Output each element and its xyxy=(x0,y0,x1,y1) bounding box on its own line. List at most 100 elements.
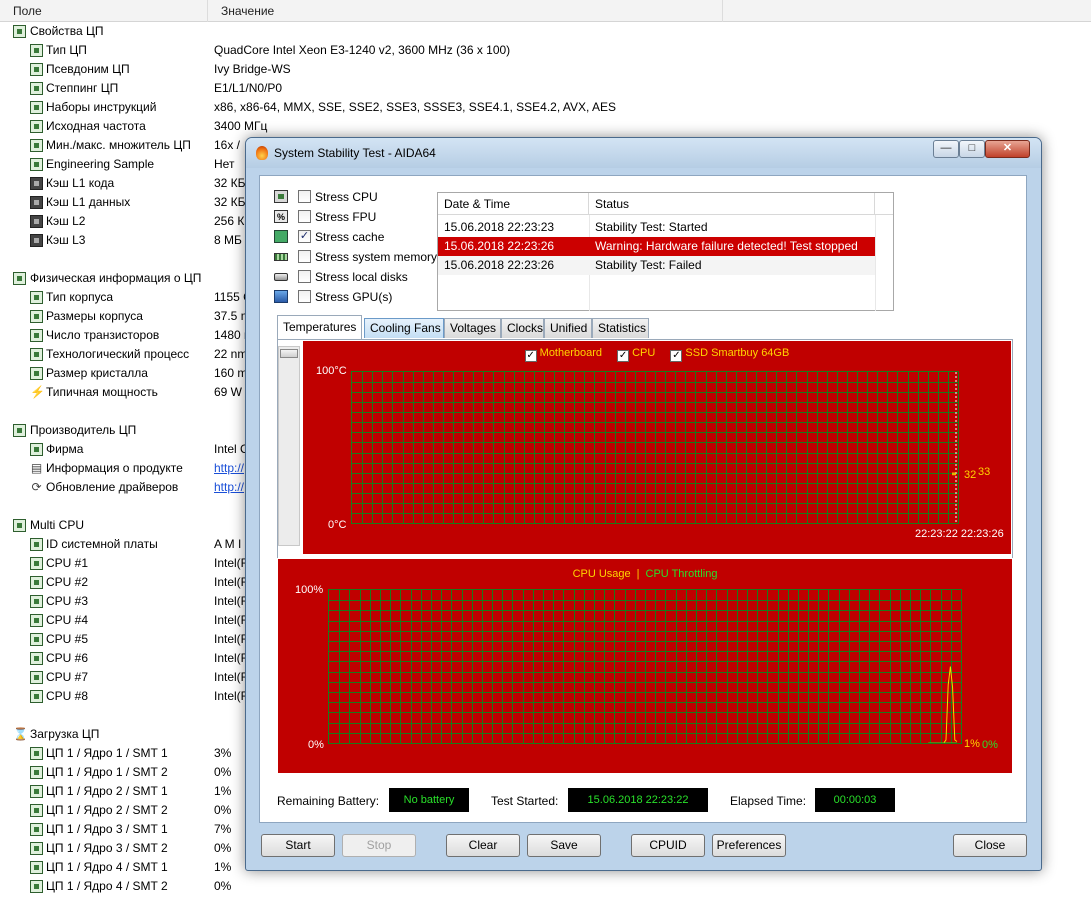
slider-thumb[interactable] xyxy=(280,349,298,358)
log-header-status[interactable]: Status xyxy=(589,193,875,215)
log-row[interactable]: 15.06.2018 22:23:26 Stability Test: Faile… xyxy=(438,256,875,275)
stability-test-window: System Stability Test - AIDA64 — □ ✕ Str… xyxy=(245,137,1042,871)
tab-temperatures[interactable]: Temperatures xyxy=(277,315,362,339)
elapsed-time-label: Elapsed Time: xyxy=(730,794,807,808)
cpu-chip-icon xyxy=(30,120,43,133)
cpu-chip-icon xyxy=(30,348,43,361)
list-label: Фирма xyxy=(46,442,84,456)
list-label: Свойства ЦП xyxy=(30,24,104,38)
stress-checkbox[interactable] xyxy=(298,290,311,303)
cache-icon xyxy=(30,177,43,190)
window-close-button[interactable]: ✕ xyxy=(985,140,1030,158)
cpu-chip-icon xyxy=(30,44,43,57)
list-item[interactable]: Наборы инструкций x86, x86-64, MMX, SSE, … xyxy=(0,98,1091,117)
temp-value-label-mb: 32 xyxy=(964,469,977,481)
cpuid-button[interactable]: CPUID xyxy=(631,834,705,857)
event-log[interactable]: Date & Time Status 15.06.2018 22:23:23 St… xyxy=(437,192,894,311)
tab-voltages[interactable]: Voltages xyxy=(444,318,501,338)
cpu-chip-icon xyxy=(13,25,26,38)
cpu-chip-icon xyxy=(30,101,43,114)
minimize-button[interactable]: — xyxy=(933,140,959,158)
stress-checkbox[interactable] xyxy=(298,190,311,203)
legend-checkbox[interactable]: ✓ xyxy=(617,350,630,362)
tab-cooling-fans[interactable]: Cooling Fans xyxy=(364,318,444,338)
cache-icon xyxy=(30,234,43,247)
usage-y-max-label: 100% xyxy=(295,584,324,596)
list-label: Наборы инструкций xyxy=(46,100,157,114)
cpu-chip-icon xyxy=(30,367,43,380)
list-value-link[interactable]: http:// xyxy=(214,459,244,478)
tab-clocks[interactable]: Clocks xyxy=(501,318,544,338)
stress-checkbox[interactable] xyxy=(298,250,311,263)
tab-unified[interactable]: Unified xyxy=(544,318,592,338)
list-label: ЦП 1 / Ядро 1 / SMT 2 xyxy=(46,765,168,779)
cpu-chip-icon xyxy=(30,82,43,95)
start-button[interactable]: Start xyxy=(261,834,335,857)
temp-y-max-label: 100°C xyxy=(316,365,347,377)
stress-label: Stress cache xyxy=(315,230,385,244)
clear-button[interactable]: Clear xyxy=(446,834,520,857)
list-value: 160 m xyxy=(214,366,248,380)
save-button[interactable]: Save xyxy=(527,834,601,857)
legend-item-ssd[interactable]: ✓ SSD Smartbuy 64GB xyxy=(670,347,789,362)
legend-item-motherboard[interactable]: ✓ Motherboard xyxy=(524,347,602,362)
list-label: Загрузка ЦП xyxy=(30,727,100,741)
legend-checkbox[interactable]: ✓ xyxy=(524,350,537,362)
log-header-date[interactable]: Date & Time xyxy=(438,193,589,215)
maximize-button[interactable]: □ xyxy=(959,140,985,158)
list-value: 0% xyxy=(214,879,232,893)
list-label: Обновление драйверов xyxy=(46,480,179,494)
chart-scroll-slider[interactable] xyxy=(278,346,300,546)
column-header-field[interactable]: Поле xyxy=(0,0,208,22)
stress-checkbox[interactable]: ✓ xyxy=(298,230,311,243)
log-row[interactable]: 15.06.2018 22:23:26 Warning: Hardware fai… xyxy=(438,237,875,256)
list-item[interactable]: ЦП 1 / Ядро 4 / SMT 2 0% xyxy=(0,877,1091,896)
list-item[interactable]: Псевдоним ЦП Ivy Bridge-WS xyxy=(0,60,1091,79)
legend-checkbox[interactable]: ✓ xyxy=(670,350,683,362)
list-value: 32 КБ xyxy=(214,176,246,190)
list-value: x86, x86-64, MMX, SSE, SSE2, SSE3, SSSE3… xyxy=(214,100,616,114)
list-label: Размер кристалла xyxy=(46,366,148,380)
list-label: CPU #6 xyxy=(46,651,89,665)
list-value: 0% xyxy=(214,765,232,779)
column-header-value[interactable]: Значение xyxy=(208,0,723,22)
cpu-chip-icon xyxy=(30,747,43,760)
log-header: Date & Time Status xyxy=(438,193,893,215)
list-item[interactable]: Исходная частота 3400 МГц xyxy=(0,117,1091,136)
battery-label: Remaining Battery: xyxy=(277,794,380,808)
usage-grid xyxy=(328,589,962,744)
list-item[interactable]: Тип ЦП QuadCore Intel Xeon E3-1240 v2, 36… xyxy=(0,41,1091,60)
stress-checkbox[interactable] xyxy=(298,270,311,283)
disk-icon xyxy=(274,273,288,281)
cache-icon xyxy=(30,215,43,228)
stress-label: Stress system memory xyxy=(315,250,438,264)
cpu-chip-icon xyxy=(30,595,43,608)
title-bar[interactable]: System Stability Test - AIDA64 — □ ✕ xyxy=(246,138,1041,168)
battery-value: No battery xyxy=(389,788,469,812)
stop-button[interactable]: Stop xyxy=(342,834,416,857)
cpu-chip-icon xyxy=(30,158,43,171)
preferences-button[interactable]: Preferences xyxy=(712,834,786,857)
list-value: 0% xyxy=(214,841,232,855)
log-date: 15.06.2018 22:23:23 xyxy=(444,220,555,234)
close-button[interactable]: Close xyxy=(953,834,1027,857)
list-label: ID системной платы xyxy=(46,537,158,551)
log-date: 15.06.2018 22:23:26 xyxy=(444,239,555,253)
list-category[interactable]: Свойства ЦП xyxy=(0,22,1091,41)
legend-item-cpu[interactable]: ✓ CPU xyxy=(617,347,655,362)
stress-checkbox[interactable] xyxy=(298,210,311,223)
list-label: ЦП 1 / Ядро 4 / SMT 2 xyxy=(46,879,168,893)
log-row[interactable]: 15.06.2018 22:23:23 Stability Test: Start… xyxy=(438,218,875,237)
cpu-chip-icon xyxy=(30,538,43,551)
list-label: ЦП 1 / Ядро 2 / SMT 2 xyxy=(46,803,168,817)
usage-y-min-label: 0% xyxy=(308,739,324,751)
cpu-chip-icon xyxy=(274,190,288,203)
series-cpu-usage xyxy=(928,666,958,743)
cpu-chip-icon xyxy=(30,690,43,703)
cpu-chip-icon xyxy=(30,823,43,836)
cpu-chip-icon xyxy=(30,785,43,798)
list-value-link[interactable]: http:// xyxy=(214,478,244,497)
list-item[interactable]: Степпинг ЦП E1/L1/N0/P0 xyxy=(0,79,1091,98)
tab-statistics[interactable]: Statistics xyxy=(592,318,649,338)
list-label: Число транзисторов xyxy=(46,328,160,342)
